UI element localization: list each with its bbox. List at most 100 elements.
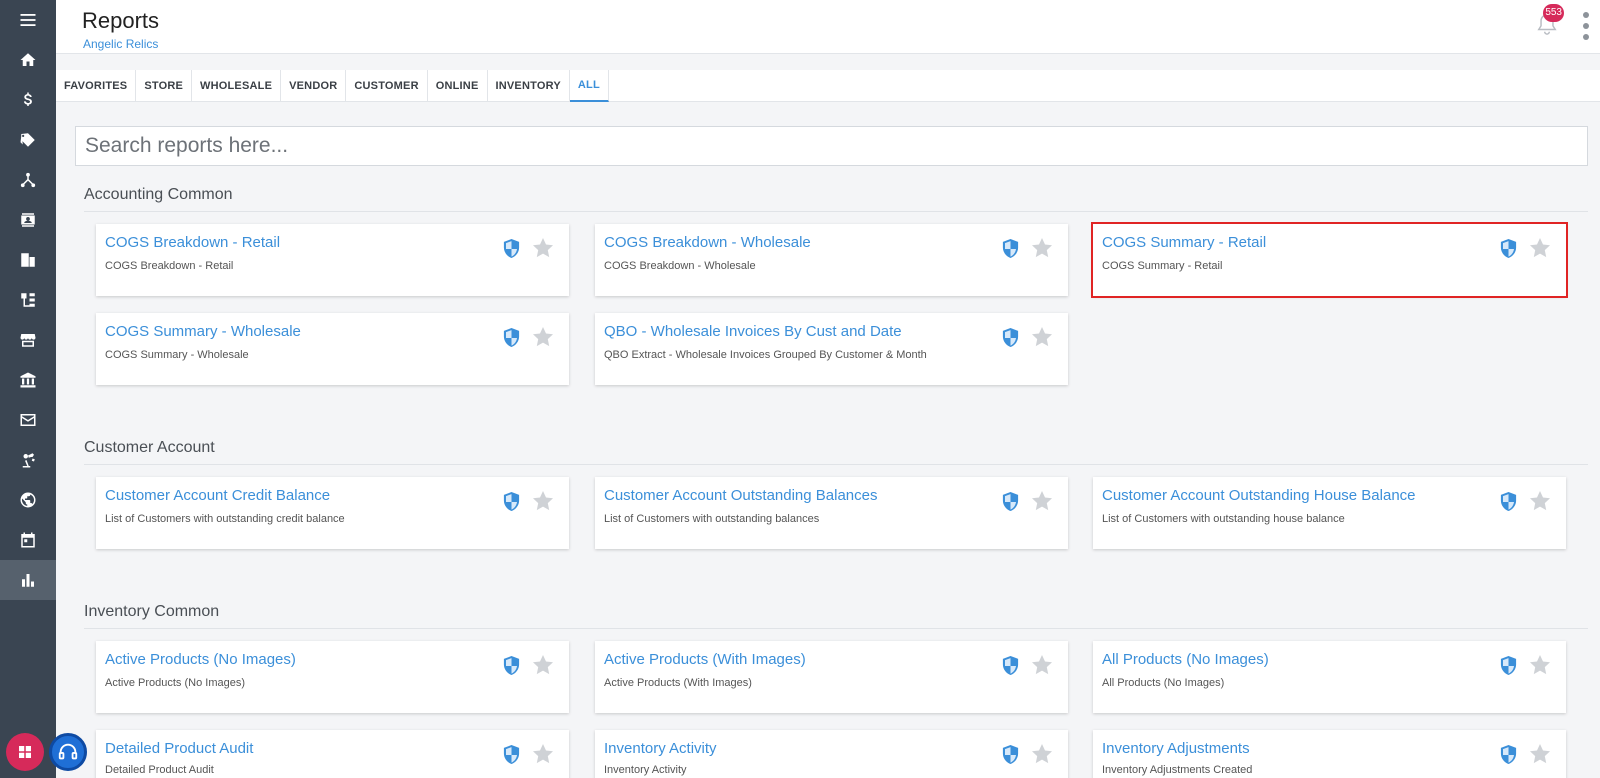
report-title[interactable]: All Products (No Images) xyxy=(1102,651,1269,668)
report-title[interactable]: COGS Summary - Retail xyxy=(1102,234,1266,251)
report-card[interactable]: Active Products (With Images) Active Pro… xyxy=(595,641,1068,713)
favorite-star-icon[interactable] xyxy=(1528,742,1552,766)
shield-icon xyxy=(502,491,521,512)
network-icon[interactable] xyxy=(0,160,56,200)
report-card[interactable]: COGS Summary - Retail COGS Summary - Ret… xyxy=(1091,222,1568,298)
favorite-star-icon[interactable] xyxy=(1030,742,1054,766)
sitemap-icon[interactable] xyxy=(0,280,56,320)
favorite-star-icon[interactable] xyxy=(1030,236,1054,260)
page-subtitle[interactable]: Angelic Relics xyxy=(83,37,158,51)
tab-inventory[interactable]: INVENTORY xyxy=(488,70,570,102)
more-options-icon[interactable] xyxy=(1582,12,1590,40)
calendar-icon[interactable] xyxy=(0,520,56,560)
report-card[interactable]: Inventory Activity Inventory Activity xyxy=(595,730,1068,778)
report-title[interactable]: Detailed Product Audit xyxy=(105,740,253,757)
favorite-star-icon[interactable] xyxy=(531,653,555,677)
report-description: Inventory Activity xyxy=(604,764,687,776)
tab-wholesale[interactable]: WHOLESALE xyxy=(192,70,282,102)
page-header: Reports Angelic Relics 553 xyxy=(56,0,1600,54)
bank-icon[interactable] xyxy=(0,360,56,400)
report-title[interactable]: COGS Summary - Wholesale xyxy=(105,323,301,340)
report-title[interactable]: QBO - Wholesale Invoices By Cust and Dat… xyxy=(604,323,902,340)
shield-icon xyxy=(1499,238,1518,259)
report-description: COGS Summary - Retail xyxy=(1102,260,1223,272)
globe-icon[interactable] xyxy=(0,480,56,520)
report-card[interactable]: COGS Breakdown - Wholesale COGS Breakdow… xyxy=(595,224,1068,296)
report-card[interactable]: Customer Account Credit Balance List of … xyxy=(96,477,569,549)
shield-icon xyxy=(1499,655,1518,676)
favorite-star-icon[interactable] xyxy=(1030,489,1054,513)
report-title[interactable]: Inventory Adjustments xyxy=(1102,740,1250,757)
favorite-star-icon[interactable] xyxy=(1030,325,1054,349)
favorite-star-icon[interactable] xyxy=(1528,653,1552,677)
search-box xyxy=(75,126,1588,166)
apps-launcher-button[interactable] xyxy=(6,733,44,771)
tab-all[interactable]: ALL xyxy=(569,70,609,102)
report-title[interactable]: Customer Account Outstanding House Balan… xyxy=(1102,487,1416,504)
favorite-star-icon[interactable] xyxy=(1030,653,1054,677)
section-title: Accounting Common xyxy=(84,186,233,203)
report-title[interactable]: Customer Account Outstanding Balances xyxy=(604,487,878,504)
report-card[interactable]: QBO - Wholesale Invoices By Cust and Dat… xyxy=(595,313,1068,385)
tab-vendor[interactable]: VENDOR xyxy=(281,70,347,102)
page-title: Reports xyxy=(82,8,160,33)
report-description: QBO Extract - Wholesale Invoices Grouped… xyxy=(604,349,927,361)
favorite-star-icon[interactable] xyxy=(531,236,555,260)
support-button[interactable] xyxy=(49,733,87,771)
favorite-star-icon[interactable] xyxy=(531,489,555,513)
report-description: All Products (No Images) xyxy=(1102,677,1225,689)
favorite-star-icon[interactable] xyxy=(531,742,555,766)
report-description: Active Products (With Images) xyxy=(604,677,752,689)
tab-online[interactable]: ONLINE xyxy=(428,70,488,102)
report-description: List of Customers with outstanding balan… xyxy=(604,513,820,525)
shield-icon xyxy=(1499,491,1518,512)
tags-icon[interactable] xyxy=(0,120,56,160)
tab-favorites[interactable]: FAVORITES xyxy=(56,70,137,102)
report-card[interactable]: Customer Account Outstanding House Balan… xyxy=(1093,477,1566,549)
shield-icon xyxy=(1499,744,1518,765)
tab-store[interactable]: STORE xyxy=(136,70,193,102)
report-title[interactable]: Inventory Activity xyxy=(604,740,717,757)
report-title[interactable]: Customer Account Credit Balance xyxy=(105,487,330,504)
favorite-star-icon[interactable] xyxy=(1528,236,1552,260)
section-divider xyxy=(84,464,1588,465)
report-title[interactable]: COGS Breakdown - Retail xyxy=(105,234,280,251)
favorite-star-icon[interactable] xyxy=(531,325,555,349)
section-divider xyxy=(84,628,1588,629)
mail-icon[interactable] xyxy=(0,400,56,440)
menu-icon[interactable] xyxy=(0,0,56,40)
report-card[interactable]: Inventory Adjustments Inventory Adjustme… xyxy=(1093,730,1566,778)
bar-chart-icon[interactable] xyxy=(0,560,56,600)
report-card[interactable]: Detailed Product Audit Detailed Product … xyxy=(96,730,569,778)
report-card[interactable]: Customer Account Outstanding Balances Li… xyxy=(595,477,1068,549)
report-card[interactable]: COGS Summary - Wholesale COGS Summary - … xyxy=(96,313,569,385)
report-description: List of Customers with outstanding house… xyxy=(1102,513,1345,525)
sidebar xyxy=(0,0,56,778)
report-title[interactable]: Active Products (No Images) xyxy=(105,651,296,668)
report-description: Active Products (No Images) xyxy=(105,677,245,689)
report-card[interactable]: All Products (No Images) All Products (N… xyxy=(1093,641,1566,713)
shield-icon xyxy=(502,238,521,259)
report-description: COGS Summary - Wholesale xyxy=(105,349,249,361)
robot-arm-icon[interactable] xyxy=(0,440,56,480)
report-card[interactable]: COGS Breakdown - Retail COGS Breakdown -… xyxy=(96,224,569,296)
dollar-icon[interactable] xyxy=(0,80,56,120)
shield-icon xyxy=(1001,655,1020,676)
shield-icon xyxy=(1001,744,1020,765)
search-input[interactable] xyxy=(76,127,1587,165)
shield-icon xyxy=(1001,238,1020,259)
report-title[interactable]: Active Products (With Images) xyxy=(604,651,806,668)
building-icon[interactable] xyxy=(0,240,56,280)
report-tabs: FAVORITES STORE WHOLESALE VENDOR CUSTOME… xyxy=(56,70,1600,102)
favorite-star-icon[interactable] xyxy=(1528,489,1552,513)
section-divider xyxy=(84,211,1588,212)
store-icon[interactable] xyxy=(0,320,56,360)
contact-card-icon[interactable] xyxy=(0,200,56,240)
tab-customer[interactable]: CUSTOMER xyxy=(346,70,428,102)
report-card[interactable]: Active Products (No Images) Active Produ… xyxy=(96,641,569,713)
report-title[interactable]: COGS Breakdown - Wholesale xyxy=(604,234,811,251)
section-title: Inventory Common xyxy=(84,603,220,620)
shield-icon xyxy=(502,744,521,765)
shield-icon xyxy=(502,655,521,676)
home-icon[interactable] xyxy=(0,40,56,80)
